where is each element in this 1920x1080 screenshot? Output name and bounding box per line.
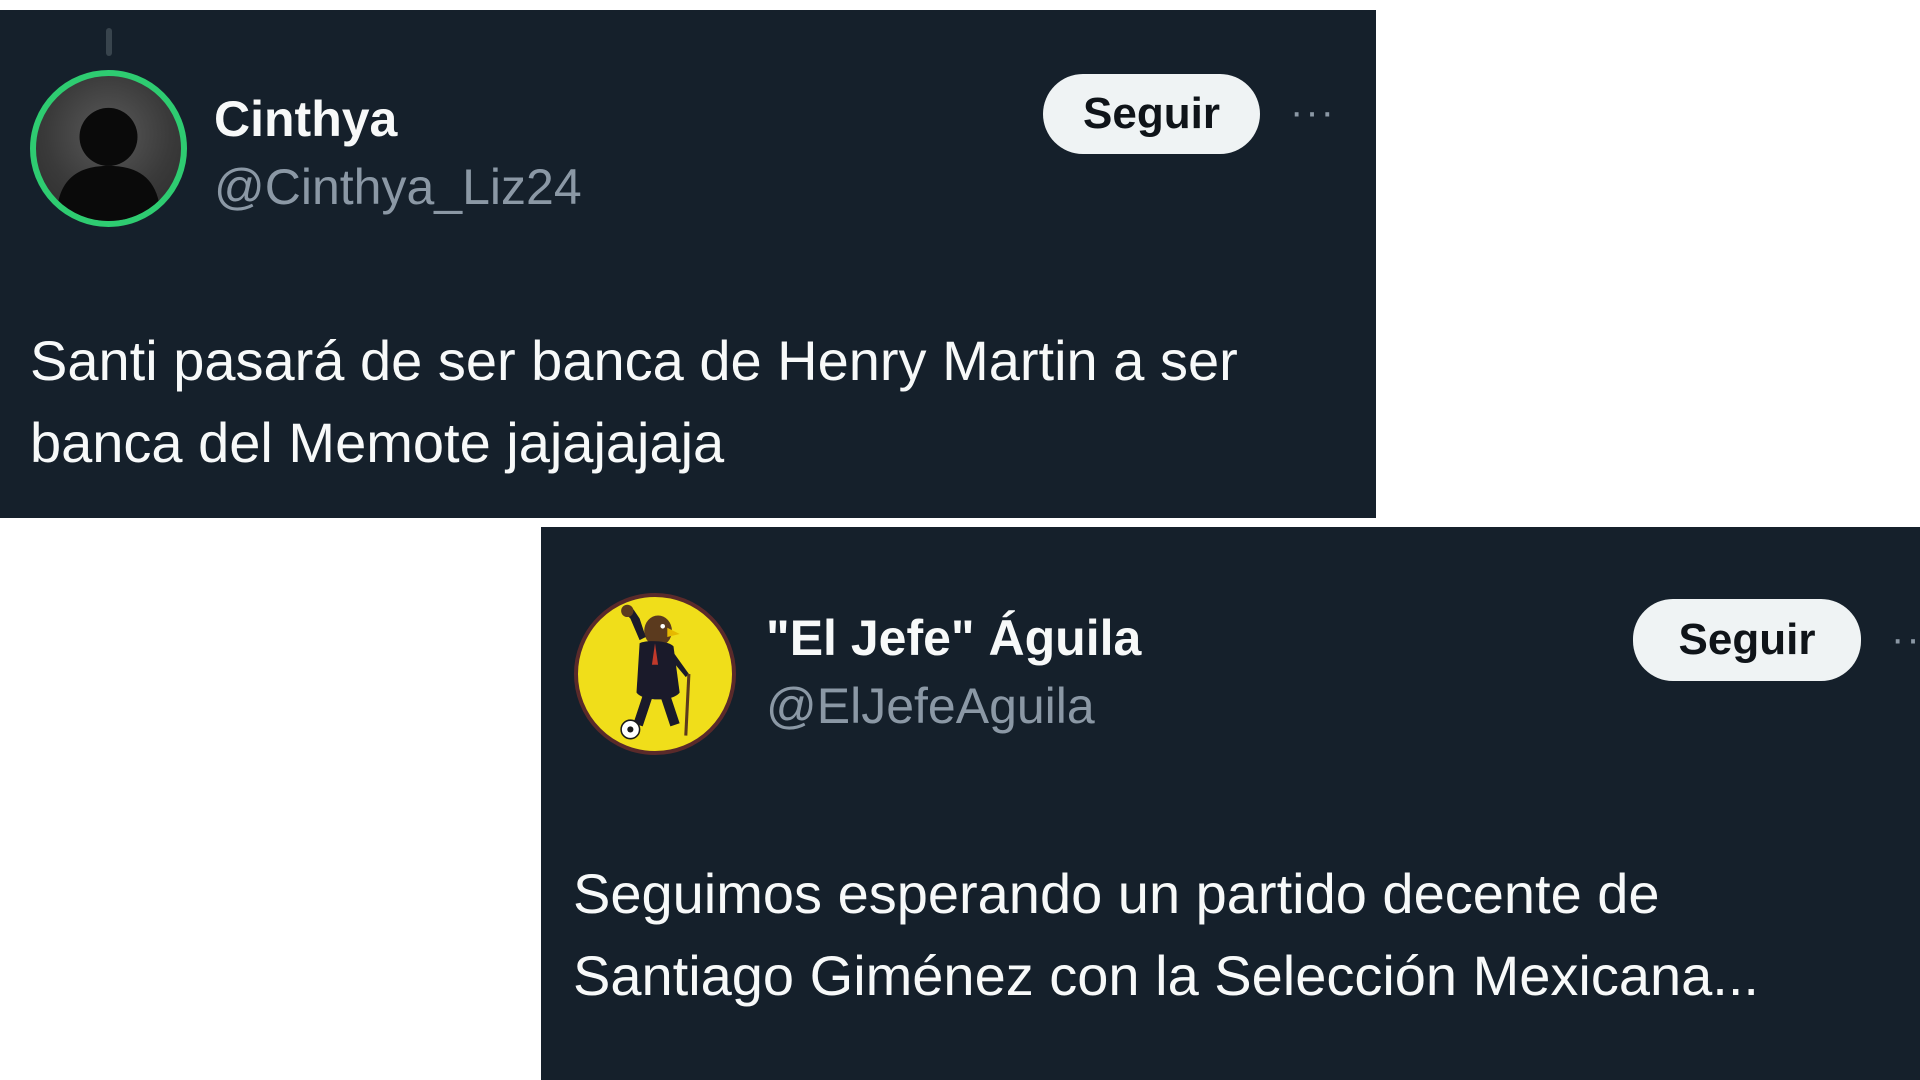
tweet-card[interactable]: Cinthya @Cinthya_Liz24 Seguir ··· Santi … xyxy=(0,10,1376,518)
follow-button[interactable]: Seguir xyxy=(1633,599,1861,681)
eagle-mascot-icon xyxy=(620,604,691,740)
user-handle[interactable]: @Cinthya_Liz24 xyxy=(214,158,582,216)
user-display-name[interactable]: "El Jefe" Águila xyxy=(766,609,1141,667)
avatar[interactable] xyxy=(574,593,736,755)
user-display-name[interactable]: Cinthya xyxy=(214,90,397,148)
tweet-card[interactable]: "El Jefe" Águila @ElJefeAguila Seguir ··… xyxy=(541,527,1920,1080)
user-handle[interactable]: @ElJefeAguila xyxy=(766,677,1095,735)
avatar[interactable] xyxy=(30,70,187,227)
default-profile-silhouette-icon xyxy=(56,107,161,221)
thread-connector-line xyxy=(106,28,112,56)
follow-button[interactable]: Seguir xyxy=(1043,74,1260,154)
tweet-text: Santi pasará de ser banca de Henry Marti… xyxy=(30,329,1238,474)
tweet-text: Seguimos esperando un partido decente de… xyxy=(573,862,1759,1007)
more-options-icon[interactable]: ·· xyxy=(1891,619,1920,659)
more-options-icon[interactable]: ··· xyxy=(1290,92,1336,132)
